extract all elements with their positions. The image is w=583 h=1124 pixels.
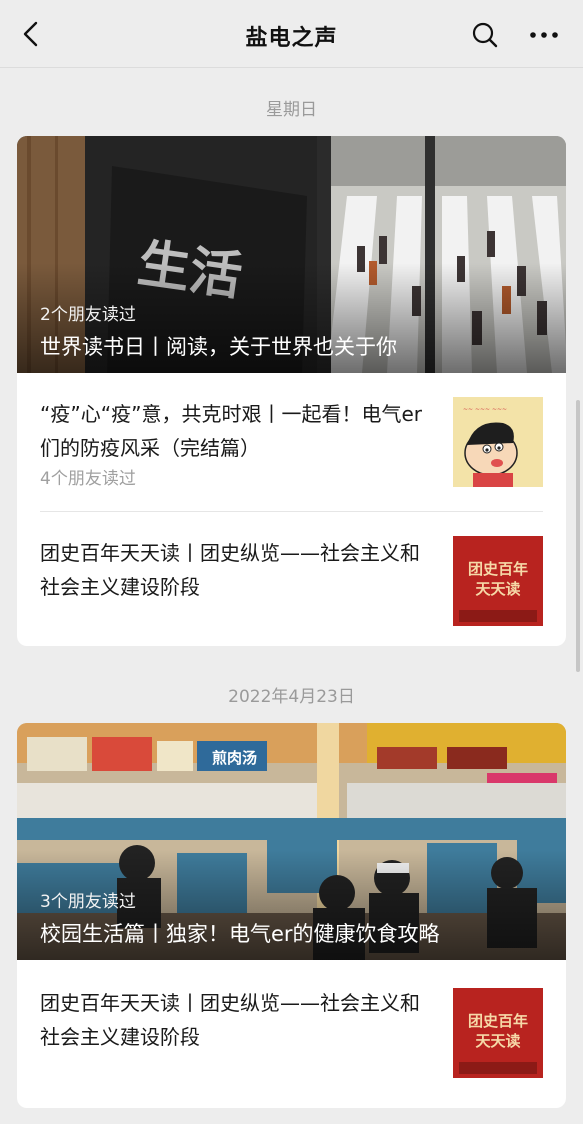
article-title: 团史百年天天读丨团史纵览——社会主义和社会主义建设阶段 [40, 991, 420, 1049]
more-dots-icon[interactable] [526, 22, 562, 48]
hero-title: 校园生活篇丨独家！电气er的健康饮食攻略 [40, 922, 440, 946]
hero-article[interactable]: 生活 [17, 136, 566, 373]
article-text: 团史百年天天读丨团史纵览——社会主义和社会主义建设阶段 [40, 536, 432, 604]
article-list-item[interactable]: 团史百年天天读丨团史纵览——社会主义和社会主义建设阶段 团史百年 天天读 [40, 511, 543, 646]
svg-text:团史百年: 团史百年 [468, 1012, 528, 1030]
svg-text:~~ ~~~ ~~~: ~~ ~~~ ~~~ [463, 406, 507, 413]
article-text: “疫”心“疫”意，共克时艰丨一起看！电气er们的防疫风采（完结篇） 4个朋友读过 [40, 397, 432, 491]
nav-bar: 盐电之声 [0, 0, 583, 68]
svg-text:团史百年: 团史百年 [468, 560, 528, 578]
hero-title: 世界读书日丨阅读，关于世界也关于你 [40, 335, 397, 359]
article-list-item[interactable]: 团史百年天天读丨团史纵览——社会主义和社会主义建设阶段 团史百年 天天读 [40, 960, 543, 1108]
date-separator: 星期日 [266, 100, 317, 120]
cartoon-character-thumbnail: ~~ ~~~ ~~~ [453, 397, 543, 487]
friends-read-count: 4个朋友读过 [40, 469, 136, 489]
scrollbar[interactable] [576, 400, 580, 672]
search-icon[interactable] [470, 20, 500, 50]
article-text: 团史百年天天读丨团史纵览——社会主义和社会主义建设阶段 [40, 986, 432, 1054]
article-card: 生活 [17, 136, 566, 646]
date-separator: 2022年4月23日 [228, 687, 355, 707]
article-list-item[interactable]: “疫”心“疫”意，共克时艰丨一起看！电气er们的防疫风采（完结篇） 4个朋友读过… [40, 373, 543, 511]
hero-article[interactable]: 煎肉汤 3个朋友读过 校园生活篇丨独家！电气er的健康饮食攻略 [17, 723, 566, 960]
party-history-thumbnail: 团史百年 天天读 [453, 988, 543, 1078]
article-card: 煎肉汤 3个朋友读过 校园生活篇丨独家！电气er的健康饮食攻略 团史百年天天读丨… [17, 723, 566, 1108]
svg-text:煎肉汤: 煎肉汤 [212, 749, 257, 767]
friends-read-count: 3个朋友读过 [40, 892, 136, 912]
party-history-thumbnail: 团史百年 天天读 [453, 536, 543, 626]
friends-read-count: 2个朋友读过 [40, 305, 136, 325]
article-title: “疫”心“疫”意，共克时艰丨一起看！电气er们的防疫风采（完结篇） [40, 402, 422, 460]
svg-text:天天读: 天天读 [475, 1032, 520, 1050]
article-title: 团史百年天天读丨团史纵览——社会主义和社会主义建设阶段 [40, 541, 420, 599]
svg-text:天天读: 天天读 [475, 580, 520, 598]
